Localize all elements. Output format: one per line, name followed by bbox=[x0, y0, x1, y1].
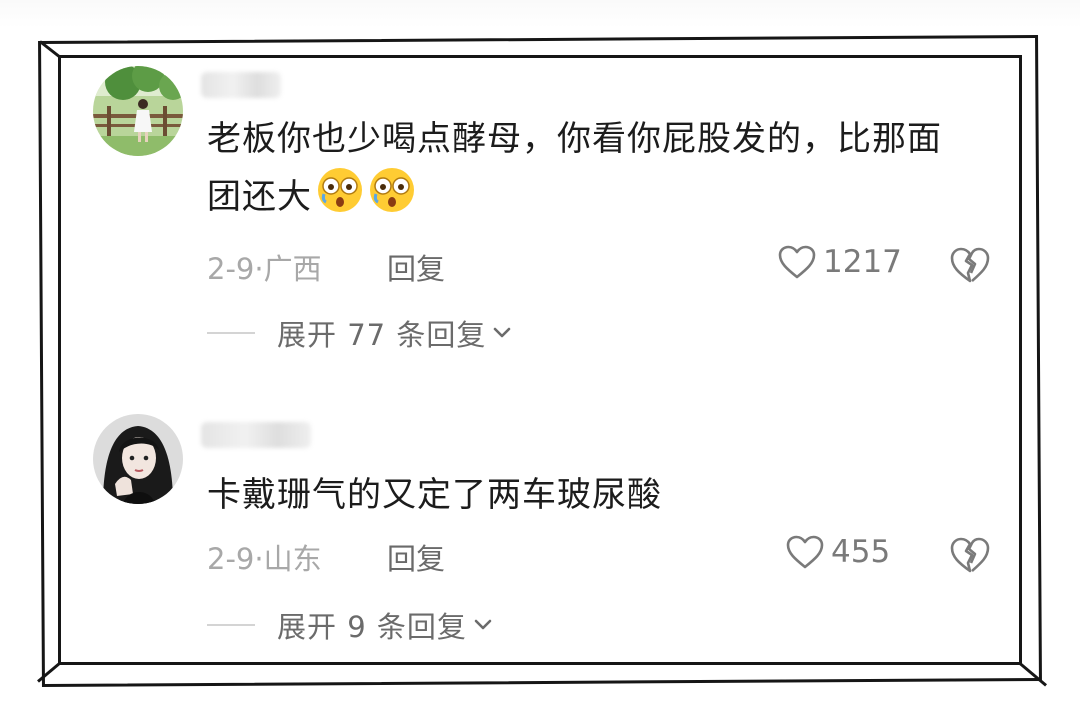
reply-button[interactable]: 回复 bbox=[387, 536, 445, 578]
astonished-face-icon bbox=[316, 166, 364, 230]
heart-icon bbox=[778, 245, 816, 279]
comment-date: 2-9 bbox=[207, 252, 255, 286]
chevron-down-icon bbox=[494, 327, 511, 338]
avatar[interactable] bbox=[93, 66, 183, 156]
expand-replies-button[interactable]: 展开 77 条回复 bbox=[277, 312, 512, 354]
reply-button[interactable]: 回复 bbox=[387, 246, 445, 288]
comment-text: 卡戴珊气的又定了两车玻尿酸 bbox=[207, 475, 662, 515]
top-band bbox=[0, 0, 1080, 28]
comment-meta: 2-9·山东 bbox=[207, 536, 322, 578]
comment-panel: 老板你也少喝点酵母，你看你屁股发的，比那面 团还大 2-9·广西 回复 1217… bbox=[58, 55, 1022, 665]
comment-location: 山东 bbox=[263, 542, 322, 576]
like-button[interactable]: 1217 bbox=[777, 244, 902, 280]
avatar[interactable] bbox=[93, 414, 183, 504]
expand-replies-button[interactable]: 展开 9 条回复 bbox=[277, 604, 493, 646]
dislike-button[interactable] bbox=[949, 536, 991, 578]
like-count: 1217 bbox=[823, 244, 902, 280]
comment-location: 广西 bbox=[263, 252, 322, 286]
broken-heart-icon bbox=[950, 247, 990, 283]
astonished-face-icon bbox=[368, 166, 416, 230]
expand-replies: 展开 77 条回复 bbox=[207, 312, 512, 354]
expand-replies: 展开 9 条回复 bbox=[207, 604, 493, 646]
meta-separator: · bbox=[254, 542, 264, 576]
like-button[interactable]: 455 bbox=[785, 534, 890, 570]
comment-text: 老板你也少喝点酵母，你看你屁股发的，比那面 团还大 bbox=[207, 112, 997, 230]
divider-line bbox=[207, 332, 255, 334]
comment-date: 2-9 bbox=[207, 542, 255, 576]
like-count: 455 bbox=[831, 534, 891, 570]
username-redacted[interactable] bbox=[201, 72, 281, 98]
heart-icon bbox=[786, 535, 824, 569]
screenshot-stage: 老板你也少喝点酵母，你看你屁股发的，比那面 团还大 2-9·广西 回复 1217… bbox=[0, 0, 1080, 720]
chevron-down-icon bbox=[474, 619, 492, 630]
dislike-button[interactable] bbox=[949, 246, 991, 288]
divider-line bbox=[207, 624, 255, 626]
meta-separator: · bbox=[254, 252, 264, 286]
username-redacted[interactable] bbox=[201, 422, 311, 448]
broken-heart-icon bbox=[950, 537, 990, 573]
comment-meta: 2-9·广西 bbox=[207, 246, 322, 288]
